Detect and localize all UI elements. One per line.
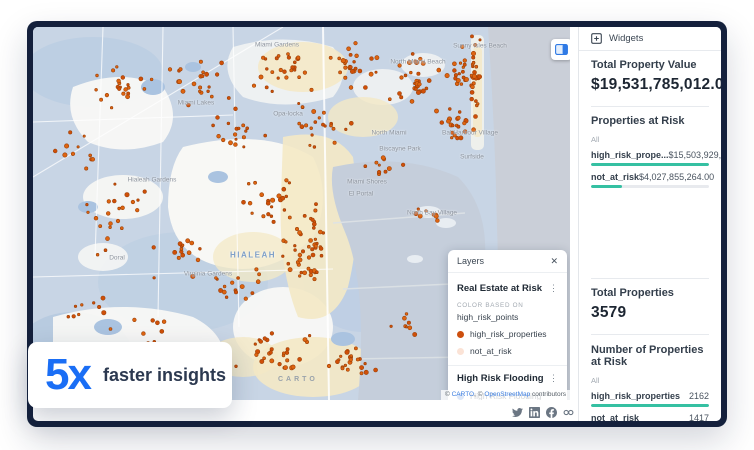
add-widget-icon[interactable] bbox=[591, 33, 602, 44]
map-city-label: Surfside bbox=[460, 154, 484, 161]
category-row[interactable]: not_at_risk $4,027,855,264.00 bbox=[591, 172, 709, 188]
social-links bbox=[512, 407, 574, 418]
map-city-label: Doral bbox=[109, 255, 125, 262]
layers-panel: Layers ✕ Real Estate at Risk ⋮ COLOR BAS… bbox=[448, 250, 567, 400]
legend-item: high_risk_properties bbox=[457, 329, 558, 339]
legend-dot bbox=[457, 348, 464, 355]
legend-dot bbox=[457, 331, 464, 338]
map-city-label: HIALEAH bbox=[230, 251, 276, 260]
sidebar-toggle-icon bbox=[555, 44, 568, 55]
widget-title: Number of Properties at Risk bbox=[591, 344, 709, 368]
map-city-label: Miami Lakes bbox=[178, 100, 214, 107]
legend-item: not_at_risk bbox=[457, 346, 558, 356]
color-based-on-field: high_risk_points bbox=[457, 312, 558, 322]
map-city-label: Opa-locka bbox=[273, 111, 303, 118]
widget-total-property-value: Total Property Value $19,531,785,012.00 bbox=[579, 51, 721, 107]
widget-value: $19,531,785,012.00 bbox=[591, 76, 709, 94]
widget-title: Total Property Value bbox=[591, 59, 709, 71]
widgets-sidebar: Widgets Total Property Value $19,531,785… bbox=[578, 27, 721, 421]
category-bar bbox=[591, 163, 709, 166]
layer-name: High Risk Flooding bbox=[457, 373, 544, 384]
category-row[interactable]: not_at_risk 1417 bbox=[591, 413, 709, 421]
kebab-menu-icon[interactable]: ⋮ bbox=[549, 284, 558, 293]
category-bar bbox=[591, 404, 709, 407]
page: Miami Gardens Sunny Isles Beach North Miam… bbox=[0, 0, 754, 450]
facebook-icon[interactable] bbox=[546, 407, 557, 418]
color-based-on-label: COLOR BASED ON bbox=[457, 302, 558, 309]
map-city-label: El Portal bbox=[349, 191, 374, 198]
widget-number-properties-at-risk: Number of Properties at Risk All high_ri… bbox=[579, 336, 721, 421]
map-city-label: Biscayne Park bbox=[379, 146, 421, 153]
map-city-label: North Miami bbox=[371, 130, 406, 137]
widget-properties-at-risk: Properties at Risk All high_risk_prope..… bbox=[579, 107, 721, 279]
badge-multiplier: 5x bbox=[45, 353, 90, 397]
map-city-label: North Bay Village bbox=[407, 210, 457, 217]
widgets-header: Widgets bbox=[579, 27, 721, 51]
link-icon[interactable] bbox=[563, 407, 574, 418]
category-row[interactable]: high_risk_prope... $15,503,929,748.00 bbox=[591, 150, 709, 166]
map-city-label: Miami Shores bbox=[347, 179, 387, 186]
map-city-label: Hialeah Gardens bbox=[128, 177, 177, 184]
carto-watermark: CARTO bbox=[278, 376, 318, 383]
kebab-menu-icon[interactable]: ⋮ bbox=[549, 374, 558, 383]
widget-total-properties: Total Properties 3579 bbox=[579, 279, 721, 336]
osm-link[interactable]: OpenStreetMap bbox=[484, 391, 530, 398]
widget-title: Total Properties bbox=[591, 287, 709, 299]
divider bbox=[591, 334, 709, 335]
layer-name: Real Estate at Risk bbox=[457, 283, 542, 294]
widgets-title: Widgets bbox=[609, 33, 643, 44]
widget-value: 3579 bbox=[591, 304, 709, 322]
widget-filter-label: All bbox=[591, 135, 709, 144]
marketing-badge: 5x faster insights bbox=[28, 342, 232, 408]
twitter-icon[interactable] bbox=[512, 407, 523, 418]
map-city-label: Sunny Isles Beach bbox=[453, 43, 507, 50]
map-city-label: Bal Harbour Village bbox=[442, 130, 498, 137]
carto-link[interactable]: CARTO bbox=[452, 391, 475, 398]
divider bbox=[448, 365, 567, 366]
panel-toggle-button[interactable] bbox=[551, 39, 570, 60]
map-city-label: North Miami Beach bbox=[390, 59, 445, 66]
layers-panel-title: Layers bbox=[457, 256, 484, 266]
category-row[interactable]: high_risk_properties 2162 bbox=[591, 391, 709, 407]
linkedin-icon[interactable] bbox=[529, 407, 540, 418]
map-city-label: Miami Gardens bbox=[255, 42, 299, 49]
badge-text: faster insights bbox=[103, 365, 226, 386]
widget-filter-label: All bbox=[591, 376, 709, 385]
widget-title: Properties at Risk bbox=[591, 115, 709, 127]
map-attribution: © CARTO, © OpenStreetMap contributors bbox=[441, 390, 570, 400]
close-icon[interactable]: ✕ bbox=[550, 257, 558, 266]
map-city-label: Virginia Gardens bbox=[184, 271, 232, 278]
